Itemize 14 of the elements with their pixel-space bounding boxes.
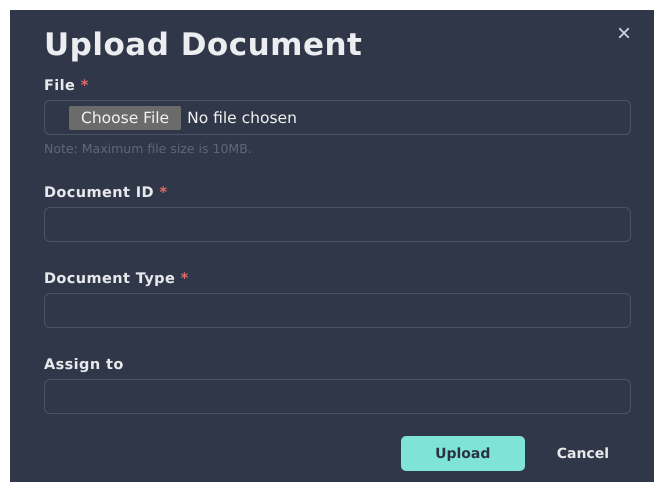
close-button[interactable]: × [616,24,631,44]
field-label: Document Type * [44,271,190,287]
cancel-button[interactable]: Cancel [546,436,631,471]
upload-button[interactable]: Upload [400,436,525,471]
field-label: Document ID * [44,185,168,201]
file-status: No file chosen [187,108,297,126]
input-field[interactable] [44,379,631,414]
choose-file-button[interactable]: Choose File [69,106,182,130]
dialog-title: Upload Document [44,28,362,62]
input-field[interactable] [44,293,631,328]
file-input[interactable]: Choose File No file chosen [44,100,631,135]
input-field[interactable] [44,207,631,242]
field-label: Assign to [44,357,125,373]
field-label: File * [44,78,90,94]
